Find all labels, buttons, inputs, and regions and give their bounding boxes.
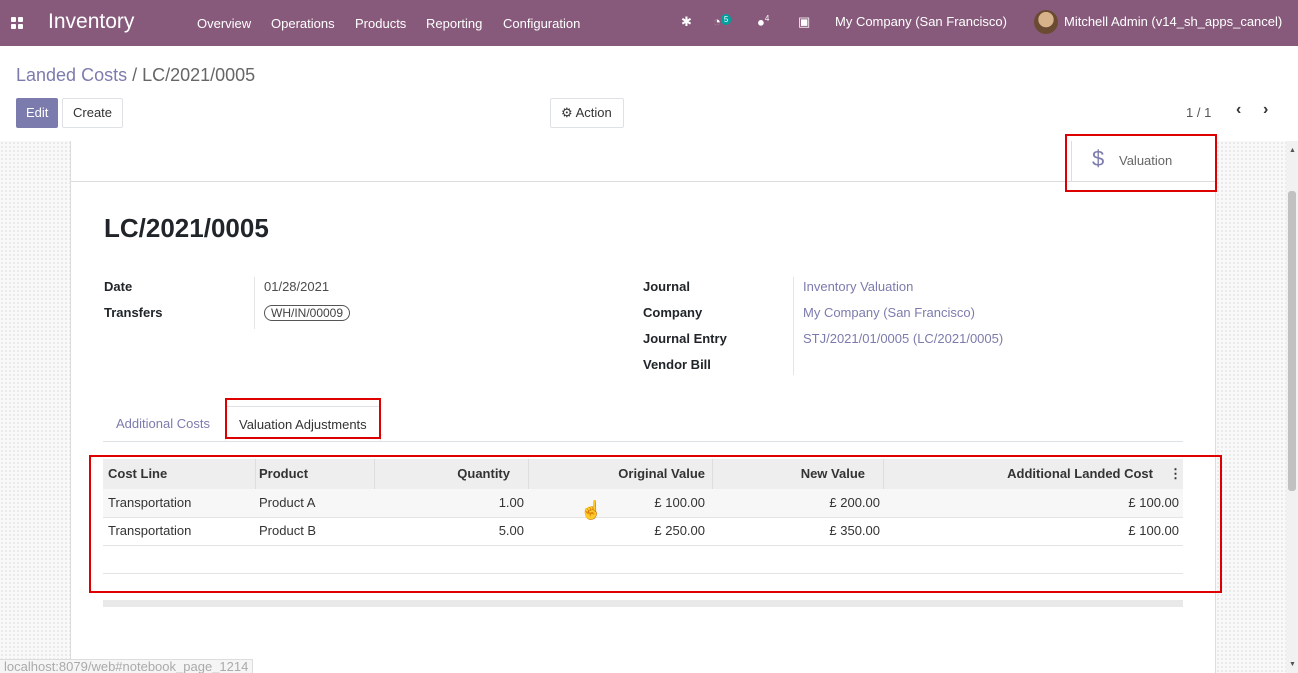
column-original-value[interactable]: Original Value	[528, 459, 705, 489]
menu-configuration[interactable]: Configuration	[503, 16, 580, 31]
tab-valuation-adjustments[interactable]: Valuation Adjustments	[225, 406, 381, 441]
cell-original-value: £ 250.00	[654, 523, 705, 538]
control-panel: Landed Costs / LC/2021/0005 Edit Create …	[0, 46, 1298, 142]
notebook-tabs: Additional Costs Valuation Adjustments	[103, 406, 1183, 442]
action-label: Action	[575, 105, 612, 120]
action-button[interactable]: ⚙ Action	[550, 98, 624, 128]
user-menu[interactable]: Mitchell Admin (v14_sh_apps_cancel)	[1064, 14, 1282, 29]
table-footer	[103, 600, 1183, 607]
column-cost-line[interactable]: Cost Line	[108, 459, 167, 489]
menu-operations[interactable]: Operations	[271, 16, 335, 31]
cell-cost-line: Transportation	[108, 495, 192, 510]
journal-entry-value[interactable]: STJ/2021/01/0005 (LC/2021/0005)	[803, 331, 1003, 346]
company-label: Company	[643, 305, 703, 320]
breadcrumb-separator: /	[127, 65, 143, 85]
transfer-tag[interactable]: WH/IN/00009	[264, 305, 351, 321]
messages-count: 4	[764, 14, 770, 23]
table-row[interactable]: Transportation Product B 5.00 £ 250.00 £…	[103, 517, 1183, 546]
left-group-separator	[254, 277, 255, 329]
cell-quantity: 5.00	[498, 523, 524, 538]
cell-quantity: 1.00	[498, 495, 524, 510]
menu-reporting[interactable]: Reporting	[426, 16, 482, 31]
right-group-separator	[793, 277, 794, 375]
cell-cost-line: Transportation	[108, 523, 192, 538]
scroll-up-icon[interactable]: ▲	[1289, 147, 1296, 154]
journal-label: Journal	[643, 279, 690, 294]
menu-overview[interactable]: Overview	[197, 16, 251, 31]
optional-columns-icon[interactable]: ⋮	[1169, 459, 1182, 489]
create-button[interactable]: Create	[62, 98, 124, 128]
scrollbar-thumb[interactable]	[1288, 191, 1296, 491]
date-value: 01/28/2021	[264, 279, 330, 294]
cell-product: Product A	[259, 495, 316, 510]
hand-pointer-icon: ☝	[580, 500, 603, 520]
cell-original-value: £ 100.00	[654, 495, 705, 510]
column-new-value[interactable]: New Value	[712, 459, 865, 489]
journal-value[interactable]: Inventory Valuation	[803, 279, 913, 294]
form-sheet: $ Valuation LC/2021/0005 Date 01/28/2021…	[70, 141, 1216, 673]
scroll-down-icon[interactable]: ▼	[1289, 661, 1296, 668]
pager-next-icon[interactable]: ›	[1263, 101, 1268, 119]
breadcrumb-landed-costs[interactable]: Landed Costs	[16, 65, 127, 85]
table-header: Cost Line Product Quantity Original Valu…	[103, 459, 1183, 491]
top-navbar: Inventory Overview Operations Products R…	[0, 0, 1298, 46]
transfers-label: Transfers	[104, 305, 163, 320]
column-separator	[255, 459, 256, 489]
column-quantity[interactable]: Quantity	[374, 459, 510, 489]
date-label: Date	[104, 279, 133, 294]
valuation-smart-button[interactable]: $ Valuation	[1071, 141, 1216, 181]
breadcrumb: Landed Costs / LC/2021/0005	[16, 65, 255, 86]
table-row-empty	[103, 545, 1183, 574]
tab-additional-costs[interactable]: Additional Costs	[103, 406, 223, 441]
cell-new-value: £ 200.00	[829, 495, 880, 510]
breadcrumb-current: LC/2021/0005	[142, 65, 256, 85]
form-canvas: $ Valuation LC/2021/0005 Date 01/28/2021…	[0, 141, 1286, 673]
activity-clock-icon[interactable]: ◔ 5	[713, 14, 732, 29]
valuation-label: Valuation	[1119, 153, 1173, 168]
pager-previous-icon[interactable]: ‹	[1236, 101, 1241, 119]
company-value[interactable]: My Company (San Francisco)	[803, 305, 975, 320]
status-bar-url: localhost:8079/web#notebook_page_1214	[0, 659, 254, 673]
button-box: $ Valuation	[71, 141, 1215, 182]
cell-additional-landed-cost: £ 100.00	[1128, 495, 1179, 510]
company-switcher[interactable]: My Company (San Francisco)	[835, 14, 1007, 29]
cell-product: Product B	[259, 523, 317, 538]
table-row[interactable]: Transportation Product A 1.00 £ 100.00 £…	[103, 489, 1183, 518]
cell-additional-landed-cost: £ 100.00	[1128, 523, 1179, 538]
column-product[interactable]: Product	[259, 459, 308, 489]
dollar-icon: $	[1092, 146, 1105, 171]
edit-button[interactable]: Edit	[16, 98, 59, 128]
journal-entry-label: Journal Entry	[643, 331, 727, 346]
vertical-scrollbar[interactable]: ▲ ▼	[1286, 141, 1298, 673]
debug-bug-icon[interactable]: ✱	[681, 14, 692, 30]
menu-products[interactable]: Products	[355, 16, 406, 31]
pager-value[interactable]: 1 / 1	[1186, 105, 1211, 120]
gift-icon[interactable]: ▣	[798, 14, 810, 30]
activity-count-badge: 5	[720, 14, 732, 25]
user-avatar[interactable]	[1034, 10, 1058, 34]
gear-icon: ⚙	[561, 105, 573, 120]
vendor-bill-label: Vendor Bill	[643, 357, 711, 372]
cell-new-value: £ 350.00	[829, 523, 880, 538]
apps-menu-icon[interactable]	[11, 17, 23, 29]
messages-chat-icon[interactable]: ●4	[757, 14, 769, 29]
app-brand[interactable]: Inventory	[48, 10, 134, 34]
column-additional-landed-cost[interactable]: Additional Landed Cost	[883, 459, 1153, 489]
record-title: LC/2021/0005	[104, 213, 269, 243]
